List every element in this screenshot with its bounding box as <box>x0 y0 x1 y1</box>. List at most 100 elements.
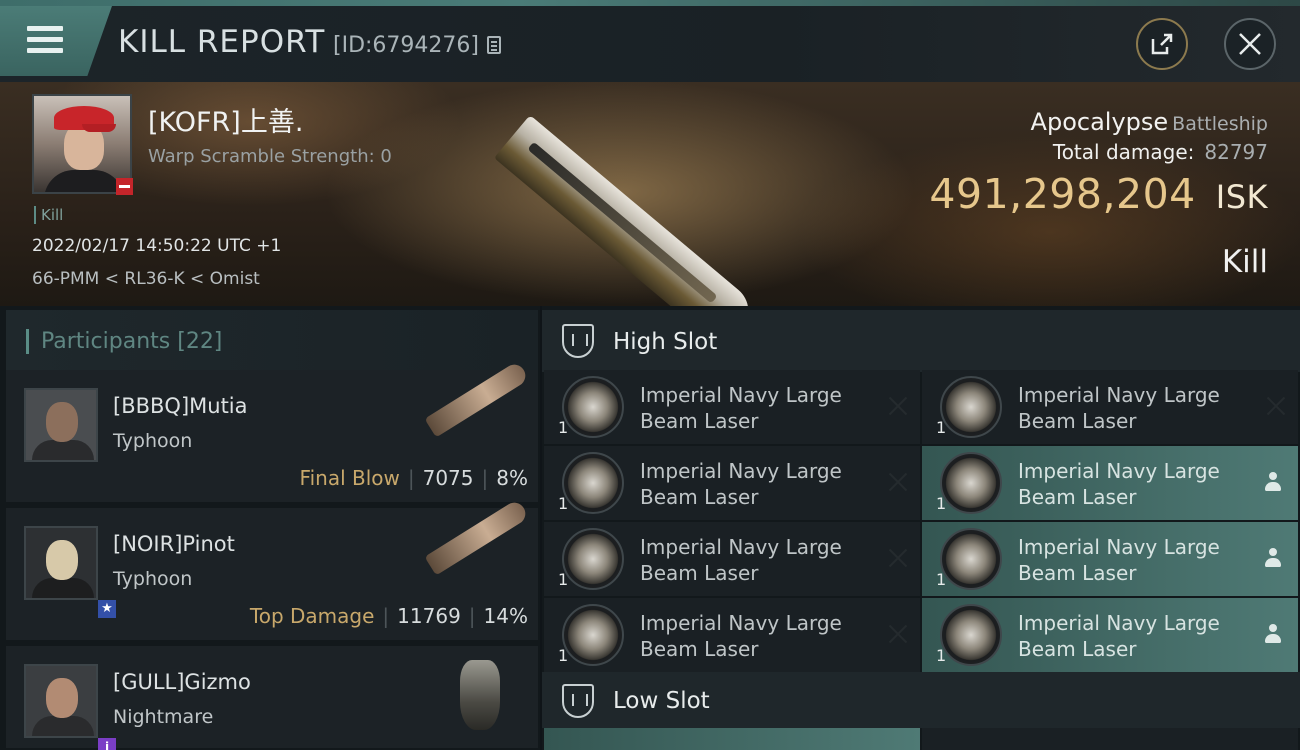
module-quantity: 1 <box>558 418 569 437</box>
security-status-badge <box>116 178 133 195</box>
participants-count: [22] <box>177 329 223 354</box>
participant-percent: 8% <box>496 466 528 490</box>
module-quantity: 1 <box>936 570 947 589</box>
destroyed-x-icon <box>888 548 908 568</box>
top-damage-tag: Top Damage <box>249 604 375 628</box>
total-damage: Total damage: 82797 <box>1053 140 1268 164</box>
kill-location[interactable]: 66-PMM < RL36-K < Omist <box>32 269 260 289</box>
participant-avatar <box>24 664 98 738</box>
participant-stats: Final Blow | 7075 | 8% <box>299 466 528 490</box>
high-slot-label: High Slot <box>613 329 718 355</box>
low-slot-icon <box>562 684 594 718</box>
low-slot-module-partial[interactable] <box>544 728 920 750</box>
participants-header[interactable]: Participants [22] <box>6 310 538 370</box>
menu-button[interactable] <box>0 6 112 76</box>
participant-damage: 7075 <box>422 466 474 490</box>
module-quantity: 1 <box>558 646 569 665</box>
destroyed-x-icon <box>888 472 908 492</box>
total-damage-label: Total damage: <box>1052 140 1195 164</box>
participant-ship-image <box>424 360 530 438</box>
share-icon <box>1151 33 1173 55</box>
page-title: KILL REPORT <box>118 24 326 60</box>
victim-ship-class: Battleship <box>1172 113 1268 135</box>
isk-amount: 491,298,204 <box>929 170 1196 218</box>
participant-ship-image <box>424 498 530 576</box>
laser-module-icon <box>940 604 1002 666</box>
laser-module-icon <box>562 376 624 438</box>
participant-row[interactable]: i [GULL]Gizmo Nightmare <box>6 646 538 750</box>
total-damage-value: 82797 <box>1204 140 1268 164</box>
module-item[interactable]: 1 Imperial Navy Large Beam Laser <box>922 522 1298 596</box>
close-button[interactable] <box>1224 18 1276 70</box>
module-name: Imperial Navy Large Beam Laser <box>640 611 842 661</box>
low-slot-label: Low Slot <box>613 688 710 714</box>
hamburger-icon <box>27 26 63 56</box>
fitting-panel: High Slot 1 Imperial Navy Large Beam Las… <box>542 306 1300 750</box>
participant-ship-image <box>460 660 500 730</box>
dropped-person-icon <box>1264 548 1282 568</box>
participant-name: [NOIR]Pinot <box>113 532 235 556</box>
module-name: Imperial Navy Large Beam Laser <box>1018 459 1220 509</box>
module-item[interactable]: 1 Imperial Navy Large Beam Laser <box>544 446 920 520</box>
module-quantity: 1 <box>936 494 947 513</box>
kill-result: Kill <box>1221 244 1268 280</box>
participant-ship: Nightmare <box>113 706 214 728</box>
dropped-person-icon <box>1264 624 1282 644</box>
copy-icon[interactable] <box>487 36 501 54</box>
module-quantity: 1 <box>936 418 947 437</box>
module-item[interactable]: 1 Imperial Navy Large Beam Laser <box>922 446 1298 520</box>
dropped-person-icon <box>1264 472 1282 492</box>
isk-value: 491,298,204 ISK <box>929 170 1268 218</box>
participant-row[interactable]: ★ [NOIR]Pinot Typhoon Top Damage | 11769 | 1… <box>6 498 538 642</box>
destroyed-x-icon <box>888 396 908 416</box>
laser-module-icon <box>562 452 624 514</box>
laser-module-icon <box>940 528 1002 590</box>
victim-name[interactable]: [KOFR]上善. <box>148 100 303 139</box>
share-button[interactable] <box>1136 18 1188 70</box>
kill-tag: Kill <box>34 206 63 224</box>
destroyed-x-icon <box>1266 396 1286 416</box>
low-slot-header: Low Slot <box>542 672 1300 728</box>
module-item[interactable]: 1 Imperial Navy Large Beam Laser <box>544 370 920 444</box>
module-quantity: 1 <box>558 570 569 589</box>
participants-panel: Participants [22] [BBBQ]Mutia Typhoon Fi… <box>0 306 540 750</box>
module-name: Imperial Navy Large Beam Laser <box>640 383 842 433</box>
close-icon <box>1239 33 1261 55</box>
destroyed-x-icon <box>888 624 908 644</box>
low-slot-module-partial[interactable] <box>922 728 1298 750</box>
participant-percent: 14% <box>483 604 528 628</box>
module-name: Imperial Navy Large Beam Laser <box>640 459 842 509</box>
top-bar: KILL REPORT [ID:6794276] <box>0 0 1300 82</box>
participant-ship: Typhoon <box>113 568 193 590</box>
isk-unit: ISK <box>1215 178 1268 216</box>
participant-name: [GULL]Gizmo <box>113 670 251 694</box>
final-blow-tag: Final Blow <box>299 466 400 490</box>
module-name: Imperial Navy Large Beam Laser <box>1018 383 1220 433</box>
participant-row[interactable]: [BBBQ]Mutia Typhoon Final Blow | 7075 | 8% <box>6 360 538 504</box>
participant-avatar <box>24 388 98 462</box>
victim-ship-name: Apocalypse <box>1030 108 1169 136</box>
kill-timestamp: 2022/02/17 14:50:22 UTC +1 <box>32 236 282 256</box>
module-name: Imperial Navy Large Beam Laser <box>1018 535 1220 585</box>
participant-stats: Top Damage | 11769 | 14% <box>249 604 528 628</box>
module-item[interactable]: 1 Imperial Navy Large Beam Laser <box>544 522 920 596</box>
laser-module-icon <box>562 528 624 590</box>
participant-avatar <box>24 526 98 600</box>
participant-ship: Typhoon <box>113 430 193 452</box>
participant-damage: 11769 <box>397 604 461 628</box>
victim-ship-type[interactable]: Apocalypse Battleship <box>1031 108 1268 136</box>
module-item[interactable]: 1 Imperial Navy Large Beam Laser <box>544 598 920 672</box>
module-quantity: 1 <box>558 494 569 513</box>
module-item[interactable]: 1 Imperial Navy Large Beam Laser <box>922 370 1298 444</box>
high-slot-header: High Slot <box>542 310 1300 372</box>
module-item[interactable]: 1 Imperial Navy Large Beam Laser <box>922 598 1298 672</box>
laser-module-icon <box>940 452 1002 514</box>
laser-module-icon <box>562 604 624 666</box>
warp-scramble-strength: Warp Scramble Strength: 0 <box>148 146 392 167</box>
high-slot-icon <box>562 324 594 358</box>
module-name: Imperial Navy Large Beam Laser <box>640 535 842 585</box>
laser-module-icon <box>940 376 1002 438</box>
info-badge-icon: i <box>98 738 116 750</box>
star-badge-icon: ★ <box>98 600 116 618</box>
module-quantity: 1 <box>936 646 947 665</box>
